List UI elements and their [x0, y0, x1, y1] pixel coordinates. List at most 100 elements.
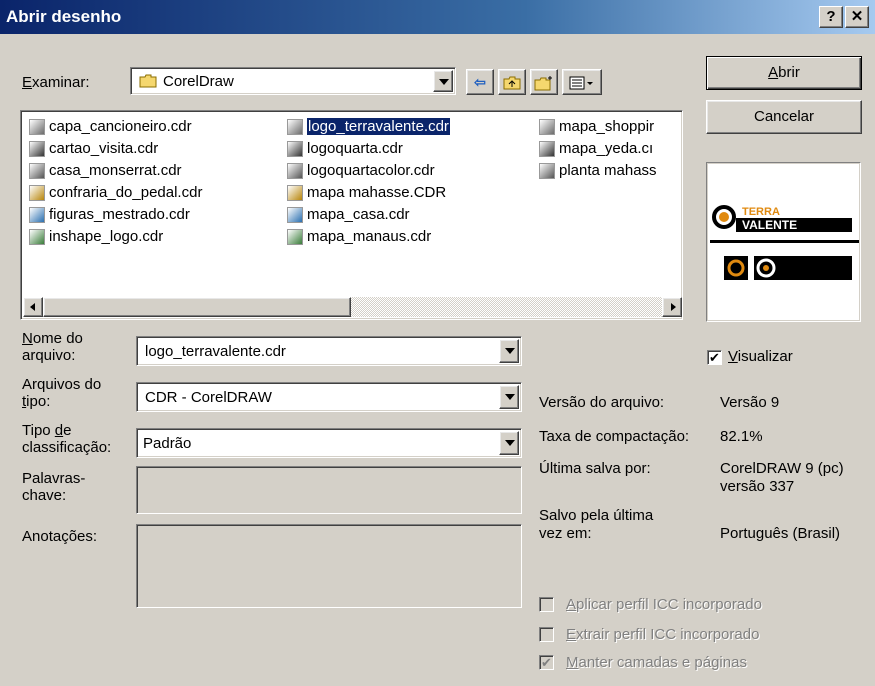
filetype-dropdown[interactable]: CDR - CorelDRAW [136, 382, 522, 412]
compression-label: Taxa de compactação: [539, 428, 690, 445]
extract-icc-checkbox[interactable] [539, 627, 554, 642]
sort-type-value: Padrão [143, 435, 192, 452]
file-name: mapa mahasse.CDR [307, 184, 447, 201]
apply-icc-label: Aplicar perfil ICC incorporado [566, 596, 762, 613]
help-button[interactable]: ? [819, 6, 843, 28]
list-item[interactable]: inshape_logo.cdr [29, 227, 269, 247]
version-value: Versão 9 [720, 394, 780, 411]
list-item[interactable]: logo_terravalente.cdr [287, 117, 527, 137]
preview-checkbox[interactable]: ✔ [707, 350, 722, 365]
close-button[interactable]: ✕ [845, 6, 869, 28]
keep-layers-label: Manter camadas e páginas [566, 654, 747, 671]
saved-by-value: CorelDRAW 9 (pc) versão 337 [720, 460, 844, 495]
svg-text:TERRA: TERRA [742, 206, 780, 218]
cdr-file-icon [287, 207, 303, 224]
look-in-label: Examinar: [22, 74, 90, 91]
list-item[interactable]: mapa_manaus.cdr [287, 227, 527, 247]
checkmark-icon: ✔ [709, 350, 720, 365]
details-view-icon [569, 74, 595, 90]
list-item[interactable]: logoquartacolor.cdr [287, 161, 527, 181]
file-list[interactable]: capa_cancioneiro.cdr cartao_visita.cdrcas… [20, 110, 683, 320]
list-item[interactable]: capa_cancioneiro.cdr [29, 117, 269, 137]
file-name: logoquartacolor.cdr [307, 162, 435, 179]
list-item[interactable]: figuras_mestrado.cdr [29, 205, 269, 225]
preview-checkbox-label[interactable]: Visualizar [728, 348, 793, 365]
cdr-file-icon [539, 119, 555, 136]
cdr-file-icon [29, 207, 45, 224]
open-drawing-dialog: Abrir desenho ? ✕ Examinar: CorelDraw ⇦ … [0, 0, 875, 686]
new-folder-icon [534, 74, 554, 91]
preview-image: TERRA VALENTE [708, 164, 859, 320]
list-item[interactable]: logoquarta.cdr [287, 139, 527, 159]
up-folder-button[interactable] [498, 69, 526, 95]
notes-field[interactable] [136, 524, 522, 608]
keywords-field[interactable] [136, 466, 522, 514]
horizontal-scrollbar[interactable] [23, 297, 682, 317]
cdr-file-icon [29, 229, 45, 246]
cdr-file-icon [539, 141, 555, 158]
back-button[interactable]: ⇦ [466, 69, 494, 95]
preview-divider [710, 240, 859, 243]
chevron-down-icon[interactable] [433, 70, 453, 92]
cancel-button[interactable]: Cancelar [706, 100, 862, 134]
file-name: logoquarta.cdr [307, 140, 403, 157]
language-value: Português (Brasil) [720, 525, 841, 542]
list-item[interactable]: planta mahass [539, 161, 679, 181]
list-item[interactable]: mapa_yeda.cı [539, 139, 679, 159]
file-name: mapa_yeda.cı [559, 140, 654, 157]
apply-icc-checkbox[interactable] [539, 597, 554, 612]
version-label: Versão do arquivo: [539, 394, 665, 411]
cdr-file-icon [287, 163, 303, 180]
cdr-file-icon [29, 119, 45, 136]
preview-pane: TERRA VALENTE [706, 162, 861, 322]
file-name: casa_monserrat.cdr [49, 162, 182, 179]
terra-valente-logo: TERRA VALENTE [712, 198, 854, 234]
dialog-title: Abrir desenho [6, 7, 122, 26]
filetype-value: CDR - CorelDRAW [145, 389, 272, 406]
list-item[interactable]: mapa_shoppir [539, 117, 679, 137]
file-name: cartao_visita.cdr [49, 140, 159, 157]
cdr-file-icon [287, 185, 303, 202]
list-item[interactable]: mapa_casa.cdr [287, 205, 527, 225]
scroll-thumb[interactable] [43, 297, 351, 317]
saved-by-label: Última salva por: [539, 460, 651, 477]
keep-layers-checkbox[interactable]: ✔ [539, 655, 554, 670]
file-name: mapa_casa.cdr [307, 206, 410, 223]
scroll-left-button[interactable] [23, 297, 43, 317]
chevron-down-icon[interactable] [499, 385, 519, 409]
filename-input[interactable]: logo_terravalente.cdr [136, 336, 522, 366]
checkmark-icon: ✔ [541, 655, 552, 670]
cdr-file-icon [29, 185, 45, 202]
cdr-file-icon [29, 141, 45, 158]
sort-type-dropdown[interactable]: Padrão [136, 428, 522, 458]
file-name: planta mahass [559, 162, 657, 179]
cdr-file-icon [539, 163, 555, 180]
cdr-file-icon [287, 229, 303, 246]
list-item[interactable]: cartao_visita.cdr [29, 139, 269, 159]
chevron-down-icon[interactable] [499, 339, 519, 363]
list-item[interactable]: mapa mahasse.CDR [287, 183, 527, 203]
cdr-file-icon [287, 141, 303, 158]
filename-label: Nome do arquivo: [22, 330, 83, 364]
sort-type-label: Tipo de classificação: [22, 422, 112, 456]
folder-icon [139, 74, 157, 88]
title-bar[interactable]: Abrir desenho ? ✕ [0, 0, 875, 34]
chevron-down-icon[interactable] [499, 431, 519, 455]
list-item[interactable]: confraria_do_pedal.cdr [29, 183, 269, 203]
file-name: logo_terravalente.cdr [307, 118, 450, 135]
file-name: figuras_mestrado.cdr [49, 206, 190, 223]
scroll-right-button[interactable] [662, 297, 682, 317]
filename-value: logo_terravalente.cdr [145, 343, 286, 360]
view-menu-button[interactable] [562, 69, 602, 95]
list-item[interactable]: casa_monserrat.cdr [29, 161, 269, 181]
look-in-dropdown[interactable]: CorelDraw [130, 67, 456, 95]
cdr-file-icon [29, 163, 45, 180]
compression-value: 82.1% [720, 428, 763, 445]
open-button[interactable]: Abrir [706, 56, 862, 90]
file-name: confraria_do_pedal.cdr [49, 184, 203, 201]
up-folder-icon [503, 74, 521, 90]
file-name: mapa_shoppir [559, 118, 655, 135]
file-name: inshape_logo.cdr [49, 228, 164, 245]
look-in-value: CorelDraw [163, 73, 234, 90]
new-folder-button[interactable] [530, 69, 558, 95]
